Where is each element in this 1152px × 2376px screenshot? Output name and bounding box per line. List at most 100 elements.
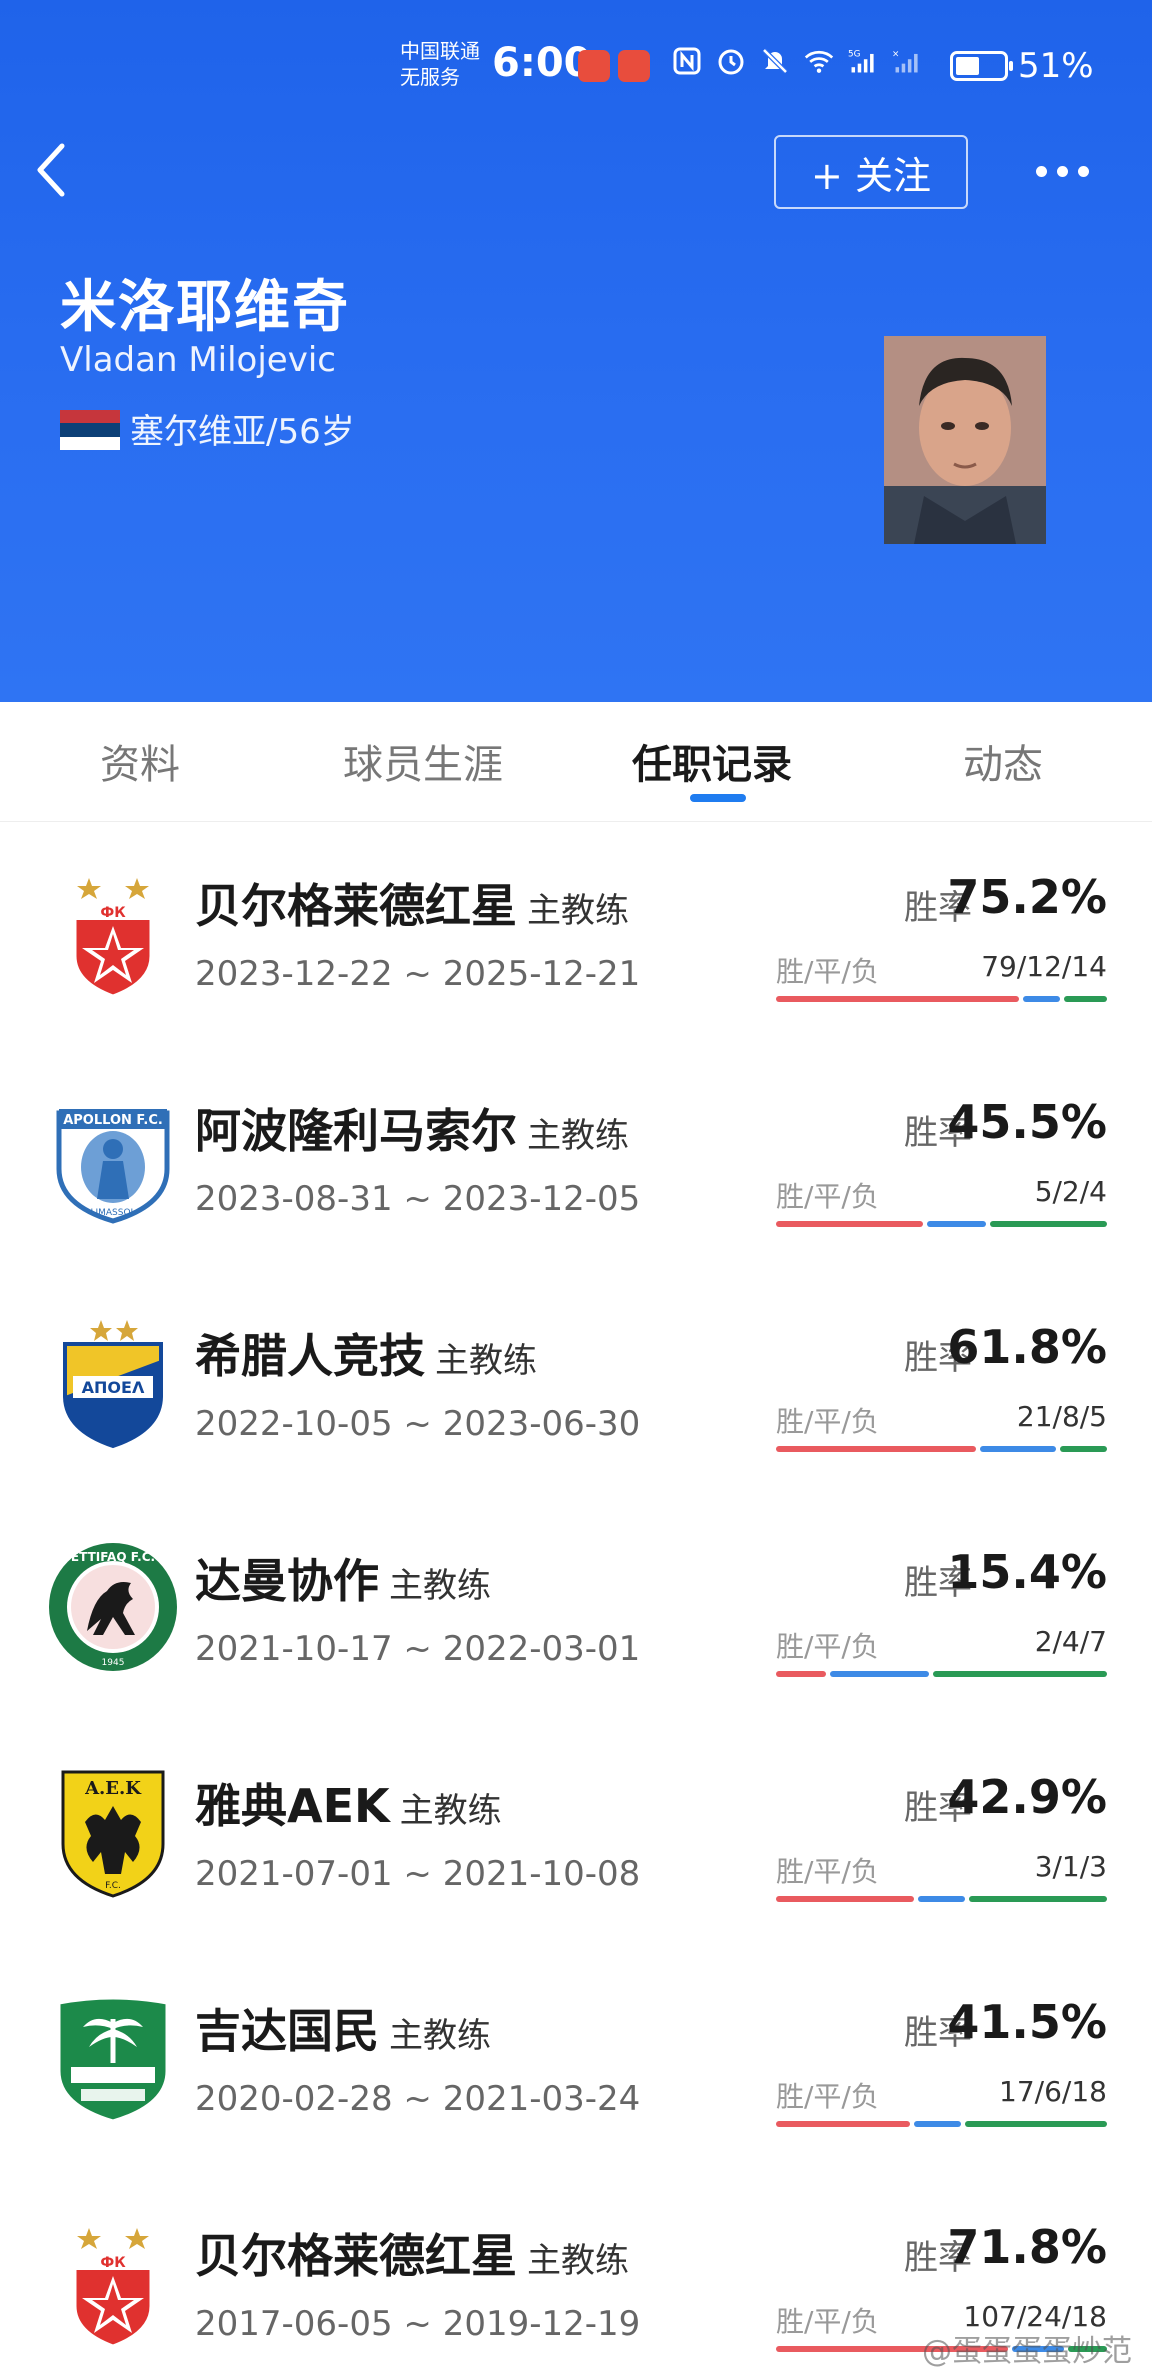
win-segment (776, 2121, 910, 2127)
win-segment (776, 1671, 826, 1677)
coaching-record-row[interactable]: Α.Ε.Κ F.C. 雅典AEK 主教练 2021-07-01 ~ 2021-10-08… (0, 1722, 1152, 1947)
role-label: 主教练 (389, 1566, 491, 1606)
club-logo (45, 1989, 181, 2125)
win-rate-value: 15.4% (947, 1545, 1107, 1599)
svg-text:5G: 5G (848, 50, 861, 60)
battery-level (956, 57, 980, 75)
follow-button[interactable]: + 关注 (774, 135, 968, 209)
loss-segment (989, 1221, 1107, 1227)
win-rate-value: 42.9% (947, 1770, 1107, 1824)
tab-coaching-record[interactable]: 任职记录 (632, 732, 792, 790)
coaching-record-row[interactable]: ФК 贝尔格莱德红星 主教练 2023-12-22 ~ 2025-12-21 胜率 75.… (0, 822, 1152, 1047)
club-name-text: 阿波隆利马索尔 (195, 1104, 517, 1158)
win-rate-value: 71.8% (947, 2220, 1107, 2274)
wdl-bar (776, 2121, 1107, 2127)
role-label: 主教练 (527, 2241, 629, 2281)
more-icon (1036, 166, 1047, 177)
loss-segment (933, 1671, 1107, 1677)
follow-label: + 关注 (811, 153, 931, 198)
mute-icon (760, 46, 790, 76)
win-segment (776, 996, 1020, 1002)
notification-app-icon (578, 50, 610, 82)
club-logo: ФК (45, 2214, 181, 2350)
battery-icon (950, 51, 1013, 81)
status-icons: 5G × (672, 46, 922, 76)
win-rate-value: 61.8% (947, 1320, 1107, 1374)
tab-news[interactable]: 动态 (963, 732, 1043, 790)
draw-segment (918, 1896, 965, 1902)
carrier-info: 中国联通 无服务 (400, 38, 480, 90)
coaching-record-row[interactable]: APOLLON F.C. LIMASSOL 阿波隆利马索尔 主教练 2023-08-31… (0, 1047, 1152, 1272)
more-options-button[interactable] (1036, 166, 1089, 177)
coaching-record-row[interactable]: 吉达国民 主教练 2020-02-28 ~ 2021-03-24 胜率 41.5% 胜/平… (0, 1947, 1152, 2172)
tenure-dates: 2023-12-22 ~ 2025-12-21 (195, 954, 641, 994)
carrier-status: 无服务 (400, 65, 460, 89)
tab-indicator (690, 794, 746, 802)
svg-text:×: × (892, 50, 899, 60)
watermark: @蛋蛋蛋蛋炒范 (922, 2334, 1132, 2369)
wdl-label: 胜/平/负 (776, 2080, 879, 2113)
win-rate-value: 41.5% (947, 1995, 1107, 2049)
wdl-value: 2/4/7 (1034, 1625, 1107, 1658)
club-name-text: 雅典AEK (195, 1779, 390, 1833)
notification-app-icon (618, 50, 650, 82)
club-name: 阿波隆利马索尔 主教练 (195, 1095, 629, 1161)
draw-segment (1023, 996, 1060, 1002)
role-label: 主教练 (527, 1116, 629, 1156)
club-name: 达曼协作 主教练 (195, 1545, 491, 1611)
nfc-icon (672, 46, 702, 76)
tab-profile[interactable]: 资料 (100, 732, 180, 790)
wdl-bar (776, 1671, 1107, 1677)
win-rate-value: 75.2% (947, 870, 1107, 924)
club-logo: ФК (45, 864, 181, 1000)
win-segment (776, 1446, 976, 1452)
draw-segment (829, 1671, 930, 1677)
wdl-label: 胜/平/负 (776, 2305, 879, 2338)
svg-text:ФК: ФК (100, 905, 126, 921)
club-logo: Α.Ε.Κ F.C. (45, 1764, 181, 1900)
coach-name-en: Vladan Milojevic (60, 340, 336, 380)
club-name: 贝尔格莱德红星 主教练 (195, 870, 629, 936)
svg-text:Α.Ε.Κ: Α.Ε.Κ (84, 1778, 142, 1799)
role-label: 主教练 (389, 2016, 491, 2056)
svg-text:1945: 1945 (102, 1658, 125, 1668)
draw-segment (913, 2121, 962, 2127)
loss-segment (965, 2121, 1107, 2127)
role-label: 主教练 (399, 1791, 502, 1831)
club-name-text: 贝尔格莱德红星 (195, 2229, 517, 2283)
svg-text:ΑΠΟΕΛ: ΑΠΟΕΛ (82, 1378, 145, 1397)
club-name-text: 吉达国民 (195, 2004, 379, 2058)
signal-no-service-icon: × (892, 46, 922, 76)
loss-segment (968, 1896, 1107, 1902)
wdl-bar (776, 1221, 1107, 1227)
wdl-value: 21/8/5 (1016, 1400, 1107, 1433)
svg-text:APOLLON F.C.: APOLLON F.C. (63, 1113, 163, 1128)
profile-header: 中国联通 无服务 6:00 5G × 51% + 关注 米洛耶维奇 Vladan… (0, 0, 1152, 702)
serbia-flag-icon (60, 410, 120, 450)
wdl-label: 胜/平/负 (776, 1405, 879, 1438)
tab-bar: 资料 球员生涯 任职记录 动态 (0, 702, 1152, 822)
back-button[interactable] (30, 140, 80, 210)
tenure-dates: 2017-06-05 ~ 2019-12-19 (195, 2304, 641, 2344)
club-name: 贝尔格莱德红星 主教练 (195, 2220, 629, 2286)
svg-text:ФК: ФК (100, 2255, 126, 2271)
clock: 6:00 (492, 40, 592, 86)
tenure-dates: 2020-02-28 ~ 2021-03-24 (195, 2079, 641, 2119)
coaching-record-row[interactable]: ΑΠΟΕΛ 希腊人竞技 主教练 2022-10-05 ~ 2023-06-30 胜率 61… (0, 1272, 1152, 1497)
tenure-dates: 2022-10-05 ~ 2023-06-30 (195, 1404, 641, 1444)
club-name-text: 贝尔格莱德红星 (195, 879, 517, 933)
win-rate-value: 45.5% (947, 1095, 1107, 1149)
club-name: 希腊人竞技 主教练 (195, 1320, 537, 1386)
wdl-label: 胜/平/负 (776, 955, 879, 988)
coaching-record-row[interactable]: ETTIFAQ F.C. 1945 达曼协作 主教练 2021-10-17 ~ 2022… (0, 1497, 1152, 1722)
svg-text:LIMASSOL: LIMASSOL (90, 1208, 135, 1218)
tenure-dates: 2023-08-31 ~ 2023-12-05 (195, 1179, 641, 1219)
club-name-text: 希腊人竞技 (195, 1329, 425, 1383)
club-name: 吉达国民 主教练 (195, 1995, 491, 2061)
wdl-value: 3/1/3 (1034, 1850, 1107, 1883)
club-logo: APOLLON F.C. LIMASSOL (45, 1089, 181, 1225)
tenure-dates: 2021-10-17 ~ 2022-03-01 (195, 1629, 641, 1669)
tab-player-career[interactable]: 球员生涯 (343, 732, 503, 790)
battery-percent: 51% (1018, 46, 1094, 86)
coach-name-cn: 米洛耶维奇 (60, 275, 350, 340)
